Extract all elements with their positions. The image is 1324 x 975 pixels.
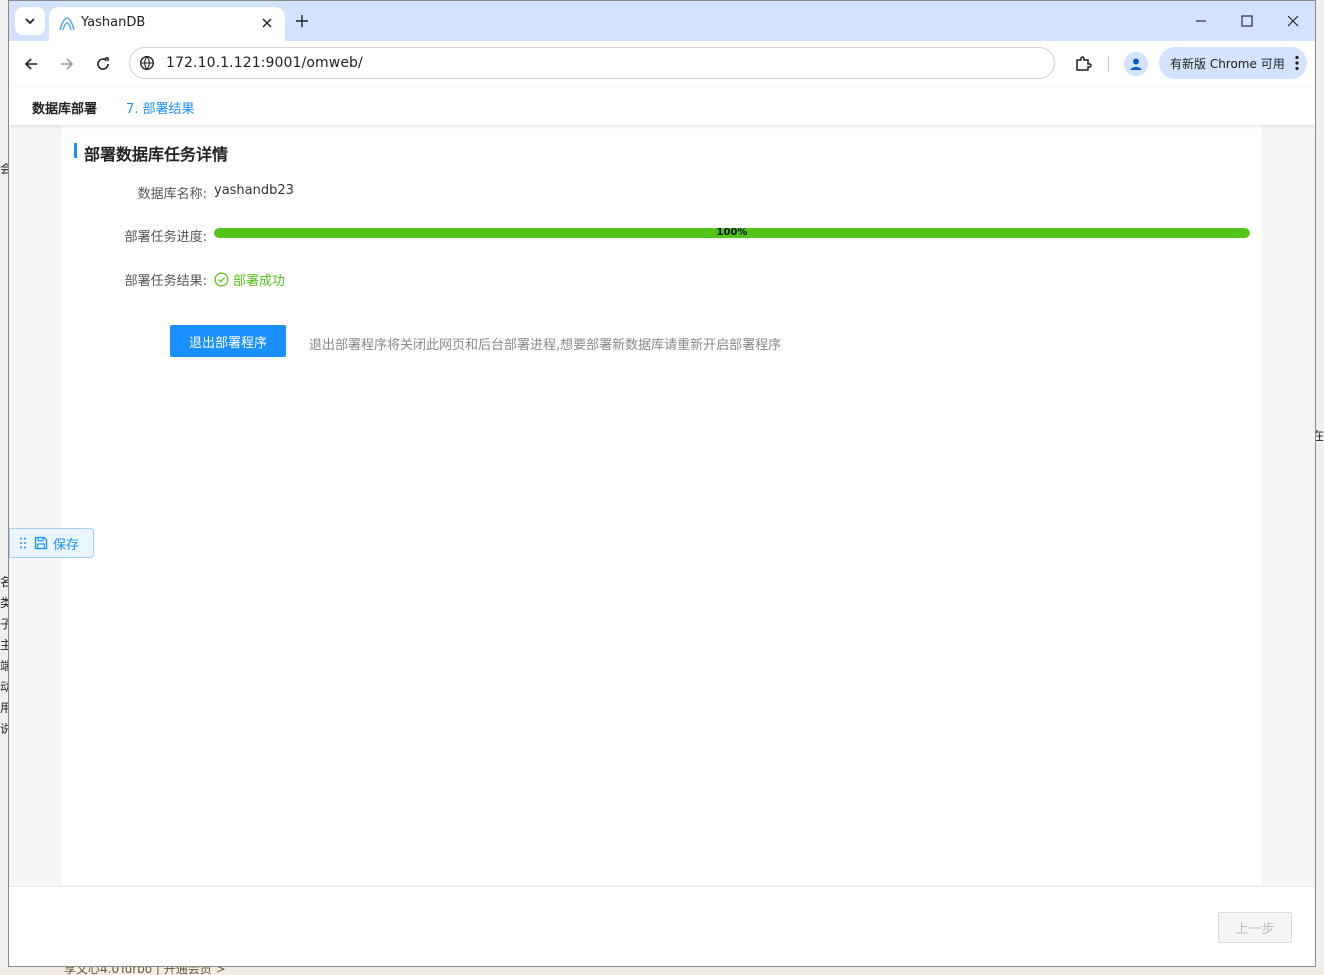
chrome-update-button[interactable]: 有新版 Chrome 可用 bbox=[1159, 47, 1307, 79]
favicon-icon bbox=[59, 17, 75, 31]
reload-icon bbox=[97, 57, 109, 70]
page-footer: 上一步 bbox=[9, 886, 1315, 966]
tab-close-button[interactable] bbox=[257, 13, 277, 33]
current-step: 7. 部署结果 bbox=[126, 102, 195, 117]
browser-tab-active[interactable]: YashanDB bbox=[49, 7, 285, 41]
extensions-icon bbox=[1076, 56, 1092, 71]
exit-deploy-button[interactable]: 退出部署程序 bbox=[170, 325, 286, 357]
address-bar[interactable]: 172.10.1.121:9001/omweb/ bbox=[129, 47, 1055, 79]
window-close-button[interactable] bbox=[1281, 9, 1305, 33]
result-status: 部署成功 bbox=[214, 270, 285, 289]
site-info-icon bbox=[139, 55, 155, 71]
floating-save-button[interactable]: 保存 bbox=[9, 528, 94, 558]
web-page: 数据库部署 7. 部署结果 部署数据库任务详情 数据库名称: yashandb2… bbox=[9, 87, 1315, 966]
previous-step-button[interactable]: 上一步 bbox=[1218, 912, 1292, 943]
check-circle-icon bbox=[214, 272, 229, 287]
browser-toolbar: 172.10.1.121:9001/omweb/ 有新版 Chrome 可用 bbox=[9, 41, 1315, 87]
background-bottom-strip: 享文心4.0Turbo | 开通会员 > bbox=[0, 966, 1324, 975]
profile-button[interactable] bbox=[1124, 52, 1148, 76]
minimize-button[interactable] bbox=[1189, 9, 1213, 33]
url-text: 172.10.1.121:9001/omweb/ bbox=[166, 55, 363, 71]
exit-hint-text: 退出部署程序将关闭此网页和后台部署进程,想要部署新数据库请重新开启部署程序 bbox=[309, 338, 782, 353]
maximize-icon bbox=[1241, 15, 1253, 27]
forward-icon bbox=[61, 58, 74, 70]
profile-icon bbox=[1130, 58, 1142, 70]
result-value: 部署成功 bbox=[233, 274, 286, 289]
save-icon bbox=[34, 536, 48, 550]
background-bottom-text: 享文心4.0Turbo | 开通会员 > bbox=[64, 966, 226, 975]
tab-search-button[interactable] bbox=[15, 7, 45, 35]
toolbar-separator bbox=[1108, 56, 1109, 72]
app-header: 数据库部署 7. 部署结果 bbox=[9, 87, 1315, 125]
progress-text: 100% bbox=[716, 227, 748, 238]
tab-title: YashanDB bbox=[81, 15, 146, 30]
minimize-icon bbox=[1196, 20, 1206, 22]
close-icon bbox=[1287, 15, 1299, 27]
close-icon bbox=[262, 18, 272, 28]
reload-button[interactable] bbox=[91, 52, 115, 76]
back-button[interactable] bbox=[19, 52, 43, 76]
plus-icon bbox=[296, 15, 308, 27]
browser-titlebar: YashanDB bbox=[9, 1, 1315, 41]
db-name-label: 数据库名称: bbox=[137, 187, 207, 202]
tab-search-icon bbox=[25, 18, 35, 25]
forward-button[interactable] bbox=[55, 52, 79, 76]
update-label: 有新版 Chrome 可用 bbox=[1170, 57, 1285, 71]
new-tab-button[interactable] bbox=[291, 10, 313, 32]
progress-label: 部署任务进度: bbox=[124, 230, 207, 245]
section-title-text: 部署数据库任务详情 bbox=[84, 145, 229, 164]
maximize-button[interactable] bbox=[1235, 9, 1259, 33]
background-left-strip: 会 名 类 子 主 端 动 用 说 bbox=[0, 0, 12, 975]
back-icon bbox=[24, 58, 37, 70]
result-label: 部署任务结果: bbox=[124, 274, 207, 289]
browser-window: YashanDB 172.10.1.121:9001/omweb/ 有新版 Ch… bbox=[8, 0, 1316, 967]
save-label: 保存 bbox=[53, 537, 80, 553]
drag-handle-icon[interactable] bbox=[20, 537, 26, 549]
task-detail-card: 部署数据库任务详情 数据库名称: yashandb23 部署任务进度: 100%… bbox=[62, 125, 1262, 885]
extensions-button[interactable] bbox=[1071, 52, 1095, 76]
background-right-strip: 在 bbox=[1312, 0, 1324, 975]
db-name-value: yashandb23 bbox=[214, 183, 294, 198]
section-title-accent bbox=[74, 143, 77, 158]
app-title: 数据库部署 bbox=[32, 102, 98, 117]
more-icon bbox=[1295, 55, 1299, 71]
